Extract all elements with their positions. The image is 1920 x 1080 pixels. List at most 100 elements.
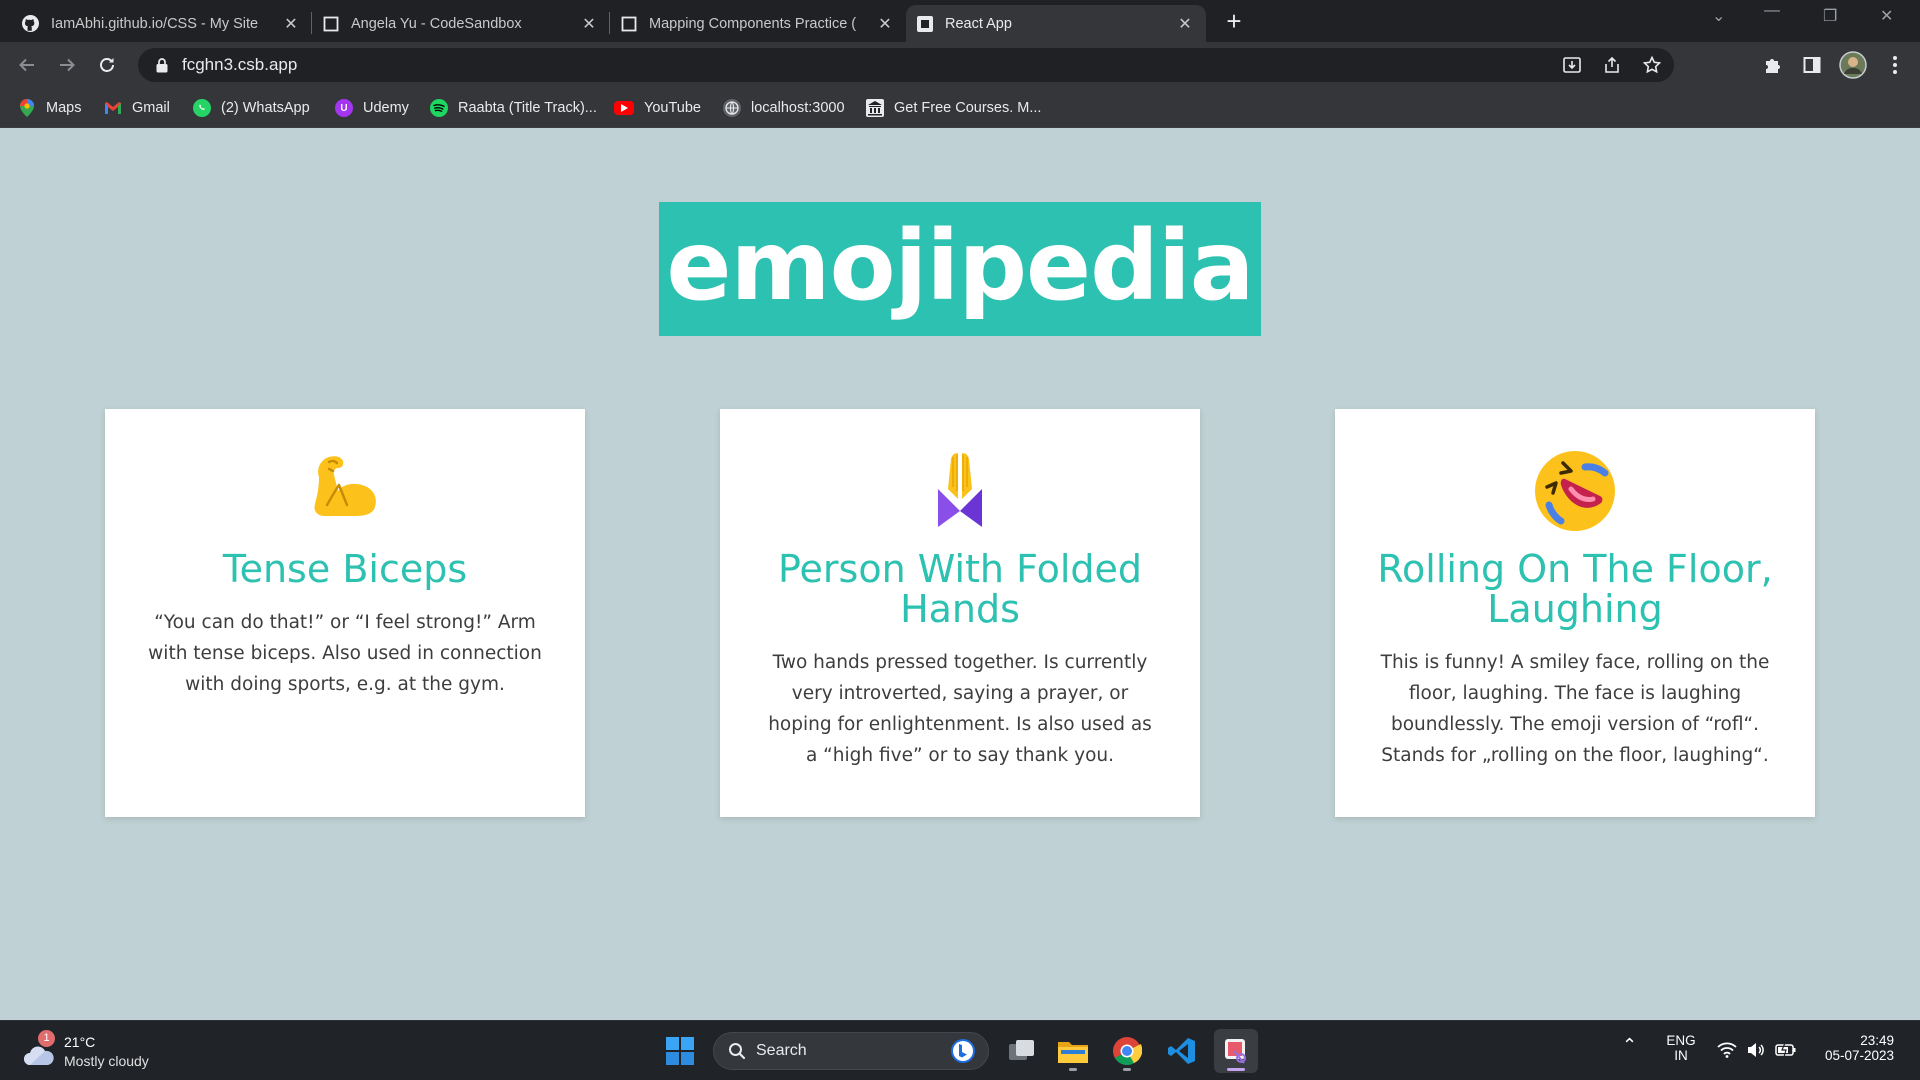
minimize-icon[interactable]: — <box>1764 2 1780 20</box>
cloud-icon <box>24 1046 54 1065</box>
bookmark-localhost[interactable]: localhost:3000 <box>723 96 845 120</box>
close-tab-icon[interactable]: ✕ <box>282 14 300 33</box>
gmail-icon <box>104 99 122 117</box>
close-tab-icon[interactable]: ✕ <box>1176 14 1194 33</box>
close-tab-icon[interactable]: ✕ <box>876 14 894 33</box>
bookmark-label: Get Free Courses. M... <box>894 100 1042 116</box>
task-view-button[interactable] <box>1000 1029 1044 1073</box>
tab-github[interactable]: IamAbhi.github.io/CSS - My Site ✕ <box>12 5 312 42</box>
emoji-card: Person With Folded Hands Two hands press… <box>720 409 1200 817</box>
file-explorer-button[interactable] <box>1051 1029 1095 1073</box>
clock-time: 23:49 <box>1860 1033 1894 1048</box>
bookmark-label: Maps <box>46 100 82 116</box>
install-app-icon[interactable] <box>1562 55 1582 79</box>
battery-charging-icon <box>1775 1042 1796 1058</box>
search-icon <box>729 1043 746 1060</box>
vscode-icon <box>1168 1038 1195 1064</box>
address-bar[interactable]: fcghn3.csb.app <box>138 48 1674 82</box>
arrow-left-icon <box>19 58 34 72</box>
snipping-tool-icon <box>1225 1039 1246 1064</box>
bookmarks-bar: Maps Gmail (2) WhatsApp U Udemy Raabta (… <box>0 88 1920 128</box>
bookmark-gmail[interactable]: Gmail <box>104 96 170 120</box>
browser-menu-icon[interactable] <box>1884 54 1906 76</box>
bookmark-label: Gmail <box>132 100 170 116</box>
lock-icon[interactable] <box>152 57 172 73</box>
system-tray-icons[interactable] <box>1717 1042 1797 1058</box>
tab-title: Mapping Components Practice ( <box>649 15 857 32</box>
emoji-name: Rolling On The Floor, Laughing <box>1377 547 1773 631</box>
close-tab-icon[interactable]: ✕ <box>580 14 598 33</box>
language-indicator[interactable]: ENG IN <box>1664 1033 1698 1063</box>
page-title: emojipedia <box>659 202 1261 336</box>
react-app-icon <box>916 15 933 32</box>
arrow-right-icon <box>60 58 75 72</box>
bookmark-label: (2) WhatsApp <box>221 100 310 116</box>
clock[interactable]: 23:49 05-07-2023 <box>1810 1033 1894 1063</box>
volume-icon <box>1748 1043 1764 1057</box>
tab-title: React App <box>945 15 1012 32</box>
new-tab-button[interactable]: + <box>1220 8 1248 36</box>
snipping-tool-button[interactable] <box>1214 1029 1258 1073</box>
bookmark-whatsapp[interactable]: (2) WhatsApp <box>193 96 310 120</box>
share-icon[interactable] <box>1602 55 1622 79</box>
running-indicator <box>1123 1068 1131 1071</box>
maps-pin-icon <box>18 99 36 117</box>
bing-icon <box>951 1039 975 1063</box>
browser-toolbar: fcghn3.csb.app <box>0 42 1920 88</box>
whatsapp-icon <box>193 99 211 117</box>
weather-widget[interactable]: 1 21°C Mostly cloudy <box>20 1030 180 1073</box>
folder-icon <box>1058 1042 1088 1063</box>
taskbar-search-box[interactable]: Search <box>713 1032 989 1070</box>
tab-codesandbox[interactable]: Angela Yu - CodeSandbox ✕ <box>312 5 610 42</box>
lang-line2: IN <box>1674 1048 1688 1063</box>
bookmark-udemy[interactable]: U Udemy <box>335 96 409 120</box>
emoji-card: Tense Biceps “You can do that!” or “I fe… <box>105 409 585 817</box>
bookmark-star-icon[interactable] <box>1642 55 1662 79</box>
bookmark-free-courses[interactable]: Get Free Courses. M... <box>866 96 1041 120</box>
show-hidden-icons-chevron-icon[interactable]: ⌃ <box>1622 1035 1637 1056</box>
bookmark-spotify[interactable]: Raabta (Title Track)... <box>430 96 597 120</box>
emoji-card: Rolling On The Floor, Laughing This is f… <box>1335 409 1815 817</box>
bookmark-youtube[interactable]: YouTube <box>614 96 701 120</box>
windows-taskbar: 1 21°C Mostly cloudy Search ⌃ ENG IN 23:… <box>0 1020 1920 1080</box>
weather-condition: Mostly cloudy <box>64 1053 149 1069</box>
tab-search-chevron-icon[interactable]: ⌄ <box>1712 6 1725 26</box>
wifi-icon <box>1717 1042 1737 1058</box>
vscode-button[interactable] <box>1160 1029 1204 1073</box>
task-view-icon <box>1009 1040 1034 1060</box>
bookmark-label: Udemy <box>363 100 409 116</box>
url-text: fcghn3.csb.app <box>182 55 298 74</box>
reload-button[interactable] <box>92 50 122 80</box>
restore-icon[interactable]: ❐ <box>1823 6 1837 26</box>
running-indicator <box>1069 1068 1077 1071</box>
tab-react-app[interactable]: React App ✕ <box>906 5 1206 42</box>
forward-button[interactable] <box>52 50 82 80</box>
address-bar-actions <box>1562 55 1662 79</box>
emoji-name: Person With Folded Hands <box>777 547 1143 631</box>
globe-icon <box>723 99 741 117</box>
extensions-puzzle-icon[interactable] <box>1762 54 1784 76</box>
back-button[interactable] <box>12 50 42 80</box>
close-window-icon[interactable]: ✕ <box>1880 6 1893 26</box>
bookmark-label: Raabta (Title Track)... <box>458 100 597 116</box>
notification-badge: 1 <box>38 1030 55 1047</box>
spotify-icon <box>430 99 448 117</box>
tab-mapping-components[interactable]: Mapping Components Practice ( ✕ <box>610 5 906 42</box>
institution-icon <box>866 99 884 117</box>
emoji-name: Tense Biceps <box>222 547 468 591</box>
tab-title: Angela Yu - CodeSandbox <box>351 15 522 32</box>
udemy-icon: U <box>335 99 353 117</box>
start-button[interactable] <box>658 1029 702 1073</box>
emoji-meaning: Two hands pressed together. Is currently… <box>768 652 1152 766</box>
reload-icon <box>100 58 114 72</box>
codesandbox-icon <box>322 15 339 32</box>
profile-avatar[interactable] <box>1839 51 1867 79</box>
bookmark-maps[interactable]: Maps <box>18 96 81 120</box>
clock-date: 05-07-2023 <box>1824 1048 1894 1063</box>
folded-hands-icon <box>762 449 1158 539</box>
chrome-button[interactable] <box>1105 1029 1149 1073</box>
weather-temp: 21°C <box>64 1034 96 1050</box>
side-panel-icon[interactable] <box>1801 54 1823 76</box>
bookmark-label: YouTube <box>644 100 701 116</box>
tab-title: IamAbhi.github.io/CSS - My Site <box>51 15 259 32</box>
